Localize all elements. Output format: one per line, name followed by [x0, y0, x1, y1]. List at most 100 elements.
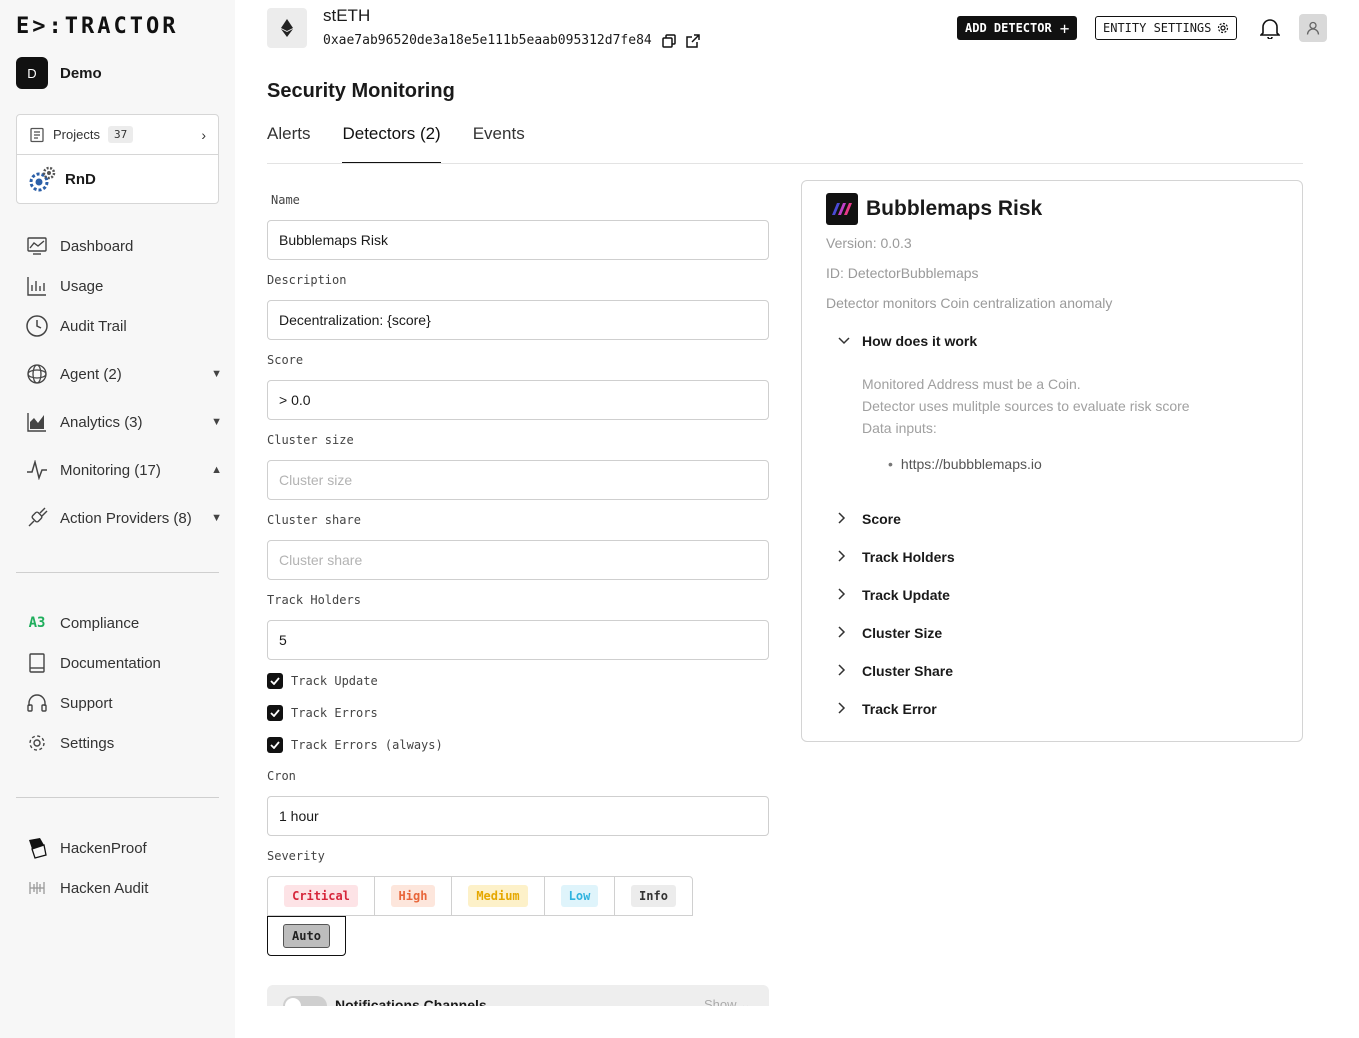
- chevron-right-icon: [838, 625, 850, 641]
- chevron-up-icon[interactable]: ▲: [211, 464, 222, 476]
- chevron-right-icon: [838, 663, 850, 679]
- accordion-track-holders[interactable]: Track Holders: [838, 549, 955, 565]
- tab-events[interactable]: Events: [473, 124, 525, 164]
- score-label: Score: [267, 353, 304, 367]
- compliance-icon: A3: [28, 615, 46, 631]
- cron-input[interactable]: [267, 796, 769, 836]
- nav-audit-trail-label: Audit Trail: [60, 317, 127, 335]
- severity-info[interactable]: Info: [614, 876, 693, 916]
- data-input-link[interactable]: https://bubbblemaps.io: [888, 453, 1190, 475]
- description-input[interactable]: [267, 300, 769, 340]
- external-link-icon[interactable]: [685, 33, 700, 48]
- accordion-cluster-size[interactable]: Cluster Size: [838, 625, 942, 641]
- nav-monitoring[interactable]: Monitoring (17) ▲: [26, 459, 222, 481]
- severity-medium[interactable]: Medium: [451, 876, 545, 916]
- chevron-right-icon: [838, 587, 850, 603]
- projects-link[interactable]: Projects 37 ›: [17, 115, 218, 155]
- nav-settings-label: Settings: [60, 734, 115, 752]
- user-avatar[interactable]: [1299, 14, 1327, 42]
- nav-audit-trail[interactable]: Audit Trail: [26, 315, 222, 337]
- panel-title: Bubblemaps Risk: [866, 197, 1043, 220]
- nav-usage-label: Usage: [60, 277, 104, 295]
- track-update-checkbox[interactable]: Track Update: [267, 673, 378, 689]
- project-selector: Projects 37 › RnD: [16, 114, 219, 204]
- bell-icon[interactable]: [1259, 17, 1281, 44]
- severity-selector: Critical High Medium Low Info: [267, 876, 693, 916]
- nav-compliance[interactable]: A3 Compliance: [26, 612, 222, 634]
- user-icon: [1306, 21, 1320, 35]
- sidebar: E>:TRACTOR D Demo Projects 37 › RnD Dash…: [0, 0, 235, 1038]
- nav-agent[interactable]: Agent (2) ▼: [26, 363, 222, 385]
- chevron-down-icon[interactable]: ▼: [211, 368, 222, 380]
- accordion-track-error[interactable]: Track Error: [838, 701, 937, 717]
- pulse-icon: [26, 459, 48, 481]
- tab-bar: Alerts Detectors (2) Events: [267, 124, 557, 164]
- notifications-section: Notifications Channels Show ⌄: [267, 985, 769, 1006]
- notifications-title: Notifications Channels: [335, 997, 487, 1006]
- severity-critical[interactable]: Critical: [267, 876, 375, 916]
- copy-icon[interactable]: [661, 33, 676, 48]
- org-switcher[interactable]: D Demo: [16, 57, 102, 89]
- chevron-down-icon[interactable]: ▼: [211, 512, 222, 524]
- chevron-down-icon: ⌄: [740, 997, 751, 1006]
- checkmark-icon: [267, 705, 283, 721]
- name-label: Name: [271, 193, 300, 207]
- nav-compliance-label: Compliance: [60, 614, 140, 632]
- checkmark-icon: [267, 737, 283, 753]
- nav-hacken-audit-label: Hacken Audit: [60, 879, 149, 897]
- nav-documentation-label: Documentation: [60, 654, 161, 672]
- notifications-show-button[interactable]: Show ⌄: [704, 997, 751, 1006]
- nav-hackenproof[interactable]: HackenProof: [26, 837, 222, 859]
- cluster-size-input[interactable]: [267, 460, 769, 500]
- cluster-share-input[interactable]: [267, 540, 769, 580]
- nav-documentation[interactable]: Documentation: [26, 652, 222, 674]
- severity-label: Severity: [267, 849, 325, 863]
- page-title: Security Monitoring: [267, 80, 455, 102]
- track-update-label: Track Update: [291, 674, 378, 688]
- track-holders-input[interactable]: [267, 620, 769, 660]
- tab-detectors[interactable]: Detectors (2): [342, 124, 441, 164]
- nav-usage[interactable]: Usage: [26, 275, 222, 297]
- nav-hacken-audit[interactable]: Hacken Audit: [26, 877, 222, 899]
- entity-settings-button[interactable]: ENTITY SETTINGS: [1095, 16, 1238, 40]
- hackenproof-icon: [26, 837, 48, 859]
- nav-dashboard[interactable]: Dashboard: [26, 235, 222, 257]
- track-errors-always-checkbox[interactable]: Track Errors (always): [267, 737, 443, 753]
- tabs-divider: [267, 163, 1303, 164]
- tab-alerts[interactable]: Alerts: [267, 124, 310, 164]
- current-project[interactable]: RnD: [17, 155, 218, 203]
- sidebar-divider: [16, 797, 219, 798]
- chevron-right-icon: [838, 549, 850, 565]
- track-errors-label: Track Errors: [291, 706, 378, 720]
- accordion-track-update[interactable]: Track Update: [838, 587, 950, 603]
- severity-high[interactable]: High: [374, 876, 452, 916]
- chevron-right-icon: [838, 511, 850, 527]
- detector-id: ID: DetectorBubblemaps: [826, 265, 979, 281]
- chevron-down-icon[interactable]: ▼: [211, 416, 222, 428]
- accordion-cluster-size-label: Cluster Size: [862, 625, 943, 641]
- accordion-score[interactable]: Score: [838, 511, 901, 527]
- track-errors-checkbox[interactable]: Track Errors: [267, 705, 378, 721]
- chevron-right-icon: ›: [201, 126, 206, 143]
- accordion-cluster-share-label: Cluster Share: [862, 663, 954, 679]
- accordion-how-it-works[interactable]: How does it work: [838, 333, 977, 349]
- gear-icon: [1218, 22, 1229, 34]
- org-name: Demo: [60, 64, 102, 82]
- nav-support[interactable]: Support: [26, 692, 222, 714]
- how-it-works-content: Monitored Address must be a Coin. Detect…: [862, 373, 1190, 475]
- nav-analytics-label: Analytics (3): [60, 413, 143, 431]
- app-logo[interactable]: E>:TRACTOR: [16, 14, 178, 39]
- add-detector-button[interactable]: ADD DETECTOR +: [957, 16, 1078, 40]
- token-address-row: 0xae7ab96520de3a18e5e111b5eaab095312d7fe…: [323, 33, 700, 48]
- severity-auto[interactable]: Auto: [267, 916, 346, 956]
- analytics-icon: [26, 411, 48, 433]
- accordion-cluster-share[interactable]: Cluster Share: [838, 663, 953, 679]
- accordion-track-error-label: Track Error: [862, 701, 937, 717]
- nav-analytics[interactable]: Analytics (3) ▼: [26, 411, 222, 433]
- nav-action-providers[interactable]: Action Providers (8) ▼: [26, 507, 222, 529]
- score-input[interactable]: [267, 380, 769, 420]
- nav-settings[interactable]: Settings: [26, 732, 222, 754]
- severity-low[interactable]: Low: [544, 876, 615, 916]
- name-input[interactable]: [267, 220, 769, 260]
- notifications-toggle[interactable]: [283, 996, 327, 1006]
